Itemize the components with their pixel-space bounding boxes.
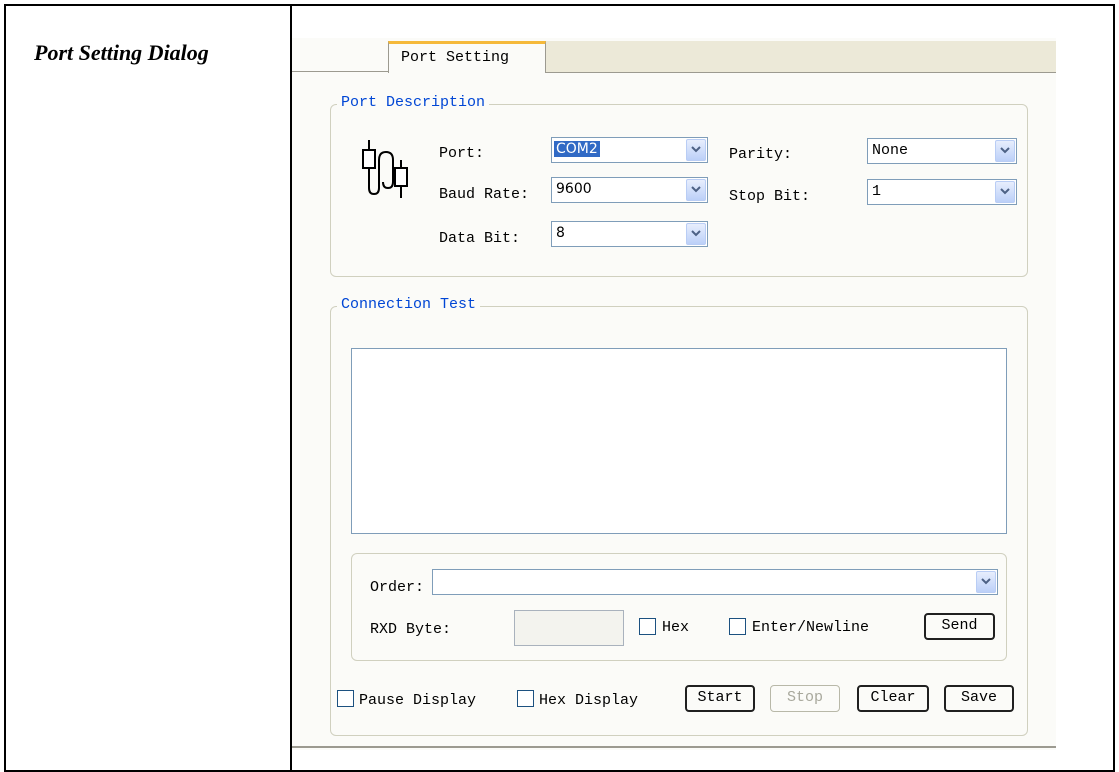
serial-cable-icon	[360, 138, 410, 205]
connection-log-textarea[interactable]	[351, 348, 1007, 534]
port-setting-dialog: Port Setting Port Description Port: COM2…	[292, 38, 1056, 750]
stop-bit-label: Stop Bit:	[729, 188, 811, 205]
parity-select[interactable]: None	[867, 138, 1017, 164]
rxd-byte-field	[514, 610, 624, 646]
connection-test-group: Connection Test Order: RXD Byte: Hex Ent…	[330, 296, 1028, 736]
port-description-group: Port Description Port: COM2 Baud Rate: 9…	[330, 94, 1028, 277]
tab-port-setting[interactable]: Port Setting	[388, 41, 546, 73]
parity-label: Parity:	[729, 146, 793, 163]
pause-display-label: Pause Display	[359, 692, 477, 709]
hex-display-checkbox[interactable]	[517, 690, 534, 707]
tab-strip-fill	[546, 41, 1056, 73]
chevron-down-icon[interactable]	[686, 179, 706, 201]
port-value: COM2	[554, 141, 600, 157]
chevron-down-icon[interactable]	[995, 140, 1015, 162]
port-select[interactable]: COM2	[551, 137, 708, 163]
tab-strip-line	[292, 71, 388, 72]
stop-button[interactable]: Stop	[770, 685, 840, 712]
start-button[interactable]: Start	[685, 685, 755, 712]
parity-value: None	[872, 142, 909, 159]
chevron-down-icon[interactable]	[686, 139, 706, 161]
clear-button[interactable]: Clear	[857, 685, 929, 712]
order-subgroup: Order: RXD Byte: Hex Enter/Newline Send	[351, 553, 1007, 661]
document-label: Port Setting Dialog	[34, 40, 209, 65]
baud-rate-value: 9600	[556, 181, 592, 197]
data-bit-value: 8	[556, 225, 565, 241]
enter-newline-label: Enter/Newline	[752, 619, 870, 636]
port-label: Port:	[439, 145, 485, 162]
hex-label: Hex	[662, 619, 690, 636]
connection-test-title: Connection Test	[337, 296, 481, 313]
stop-bit-select[interactable]: 1	[867, 179, 1017, 205]
dialog-bottom-edge	[292, 746, 1056, 748]
hex-display-label: Hex Display	[539, 692, 639, 709]
stop-bit-value: 1	[872, 183, 882, 200]
rxd-byte-label: RXD Byte:	[370, 621, 452, 638]
order-label: Order:	[370, 579, 425, 596]
chevron-down-icon[interactable]	[686, 223, 706, 245]
port-description-title: Port Description	[337, 94, 490, 111]
baud-rate-label: Baud Rate:	[439, 186, 530, 203]
save-button[interactable]: Save	[944, 685, 1014, 712]
chevron-down-icon[interactable]	[976, 571, 996, 593]
enter-newline-checkbox[interactable]	[729, 618, 746, 635]
order-combo[interactable]	[432, 569, 998, 595]
tab-port-setting-label: Port Setting	[401, 49, 510, 66]
chevron-down-icon[interactable]	[995, 181, 1015, 203]
baud-rate-select[interactable]: 9600	[551, 177, 708, 203]
send-button[interactable]: Send	[924, 613, 995, 640]
data-bit-label: Data Bit:	[439, 230, 521, 247]
tab-strip: Port Setting	[292, 38, 1056, 73]
hex-checkbox[interactable]	[639, 618, 656, 635]
pause-display-checkbox[interactable]	[337, 690, 354, 707]
data-bit-select[interactable]: 8	[551, 221, 708, 247]
